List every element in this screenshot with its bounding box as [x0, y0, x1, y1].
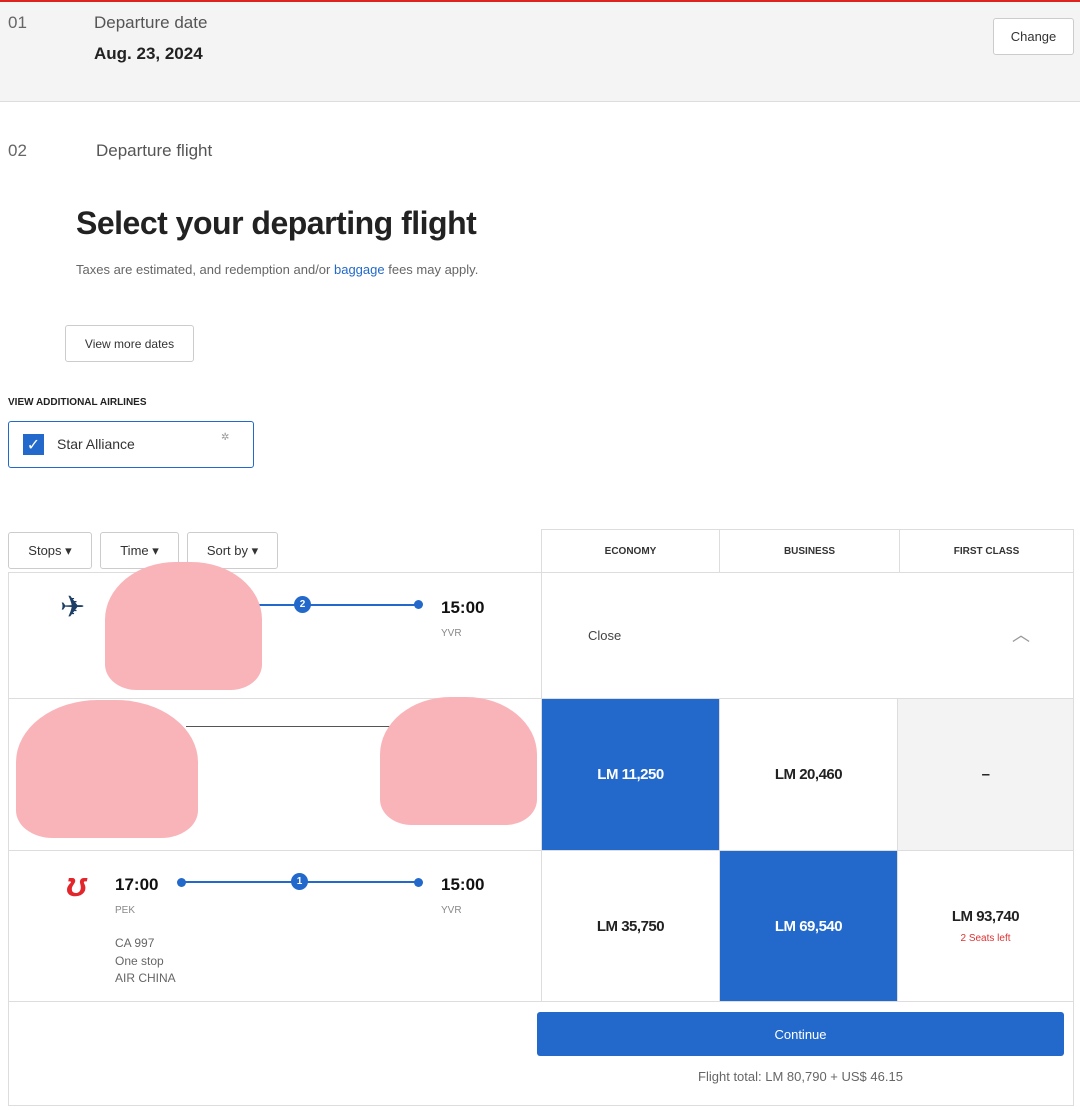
- star-alliance-logo-icon: ✲: [221, 432, 230, 443]
- flight-row-expanded[interactable]: [8, 572, 542, 699]
- fare-price: LM 93,740: [951, 908, 1020, 925]
- chevron-up-icon: ︿: [1012, 625, 1030, 645]
- stops-filter[interactable]: Stops ▾: [8, 532, 92, 569]
- close-label: Close: [588, 628, 622, 643]
- fare-price: LM 69,540: [774, 917, 843, 935]
- airplane-icon: ✈: [60, 591, 86, 624]
- stops-badge: 1: [291, 873, 308, 890]
- seats-left-note: 2 Seats left: [960, 933, 1011, 944]
- arrival-code: YVR: [441, 628, 462, 639]
- close-details-button[interactable]: Close ︿: [541, 572, 1074, 699]
- stops-badge: 2: [294, 596, 311, 613]
- departure-time: 17:00: [115, 875, 159, 894]
- arrival-time: 15:00: [441, 598, 485, 617]
- economy-fare[interactable]: LM 35,750: [541, 850, 720, 1002]
- route-dot: [414, 878, 423, 887]
- economy-fare-selected[interactable]: LM 11,250: [541, 698, 720, 851]
- step-number: 02: [8, 141, 27, 160]
- filter-label: Sort by: [206, 543, 249, 558]
- header-business: BUSINESS: [719, 529, 900, 573]
- fare-price: LM 35,750: [596, 917, 665, 935]
- fare-price: LM 20,460: [774, 766, 843, 783]
- view-more-dates-button[interactable]: View more dates: [65, 325, 194, 362]
- arrival-code: YVR: [441, 905, 462, 916]
- step-departure-date: 01 Departure date Aug. 23, 2024 Change: [0, 0, 1080, 102]
- first-fare-unavailable: –: [897, 698, 1074, 851]
- taxes-note: Taxes are estimated, and redemption and/…: [76, 262, 478, 277]
- departure-date-value: Aug. 23, 2024: [94, 44, 203, 63]
- arrival-time: 15:00: [441, 875, 485, 894]
- baggage-link[interactable]: baggage: [334, 262, 385, 277]
- stop-count: One stop: [115, 954, 164, 968]
- filter-label: Stops: [28, 543, 62, 558]
- pig-sticker: [105, 562, 262, 690]
- business-fare[interactable]: LM 20,460: [719, 698, 898, 851]
- additional-airlines-title: VIEW ADDITIONAL AIRLINES: [8, 397, 147, 408]
- flight-row[interactable]: [8, 850, 542, 1002]
- checkbox-checked-icon[interactable]: ✓: [23, 434, 44, 455]
- route-line: [186, 726, 401, 727]
- airline-name: AIR CHINA: [115, 971, 176, 985]
- fare-price: –: [981, 766, 990, 783]
- page-title: Select your departing flight: [76, 205, 477, 241]
- note-text: fees may apply.: [384, 262, 479, 277]
- first-fare[interactable]: LM 93,740 2 Seats left: [897, 850, 1074, 1002]
- flight-number: CA 997: [115, 936, 155, 950]
- step-label: Departure flight: [96, 141, 213, 160]
- air-china-logo-icon: ʊ: [66, 866, 88, 904]
- pig-sticker: [380, 697, 537, 825]
- filter-label: Time: [120, 543, 149, 558]
- step-number: 01: [8, 13, 27, 32]
- header-economy: ECONOMY: [541, 529, 720, 573]
- star-alliance-label: Star Alliance: [57, 436, 135, 452]
- pig-sticker: [16, 700, 198, 838]
- flight-total: Flight total: LM 80,790 + US$ 46.15: [698, 1069, 903, 1084]
- header-first-class: FIRST CLASS: [899, 529, 1074, 573]
- change-date-button[interactable]: Change: [993, 18, 1074, 55]
- route-dot: [414, 600, 423, 609]
- step-label: Departure date: [94, 13, 208, 32]
- continue-button[interactable]: Continue: [537, 1012, 1064, 1056]
- business-fare-selected[interactable]: LM 69,540: [719, 850, 898, 1002]
- star-alliance-option[interactable]: ✓ Star Alliance ✲: [8, 421, 254, 468]
- note-text: Taxes are estimated, and redemption and/…: [76, 262, 334, 277]
- fare-price: LM 11,250: [597, 766, 664, 783]
- departure-code: PEK: [115, 905, 136, 916]
